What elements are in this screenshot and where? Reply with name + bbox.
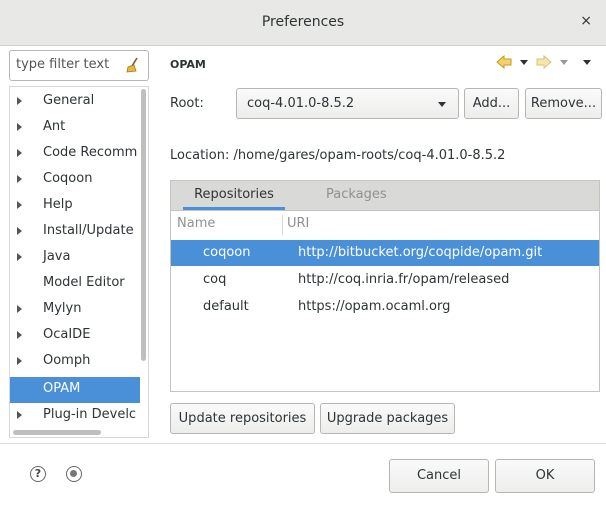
- repositories-table[interactable]: Name URI coqoon http://bitbucket.org/coq…: [170, 210, 600, 392]
- filter-field[interactable]: [9, 50, 149, 81]
- record-macro-icon[interactable]: [66, 466, 82, 482]
- tree-item-help[interactable]: Help: [10, 193, 140, 219]
- tree-item-install-update[interactable]: Install/Update: [10, 219, 140, 245]
- help-icon[interactable]: ?: [30, 466, 46, 482]
- expand-arrow-icon[interactable]: [17, 227, 22, 235]
- expand-arrow-icon[interactable]: [17, 305, 22, 313]
- expand-arrow-icon[interactable]: [17, 201, 22, 209]
- table-header: Name URI: [171, 211, 599, 239]
- upgrade-packages-button[interactable]: Upgrade packages: [320, 403, 455, 434]
- tree-item-label: OPAM: [43, 381, 81, 396]
- repo-uri: http://bitbucket.org/coqpide/opam.git: [298, 245, 543, 260]
- tree-item-model-editor[interactable]: Model Editor: [10, 271, 140, 297]
- back-arrow-icon[interactable]: [496, 54, 512, 70]
- forward-menu-chevron-icon[interactable]: [560, 60, 568, 65]
- column-divider[interactable]: [282, 215, 283, 235]
- tree-item-general[interactable]: General: [10, 89, 140, 115]
- location-text: Location: /home/gares/opam-roots/coq-4.0…: [170, 148, 506, 163]
- tree-item-java[interactable]: Java: [10, 245, 140, 271]
- tree-item-label: Install/Update: [43, 223, 134, 238]
- tree-item-label: Java: [43, 249, 71, 264]
- repo-uri: http://coq.inria.fr/opam/released: [298, 272, 510, 287]
- tree-item-label: Model Editor: [43, 275, 125, 290]
- root-select-value: coq-4.01.0-8.5.2: [247, 96, 355, 111]
- tree-item-coqoon[interactable]: Coqoon: [10, 167, 140, 193]
- tree-item-label: Help: [43, 197, 73, 212]
- tree-item-code-recommenders[interactable]: Code Recomm: [10, 141, 140, 167]
- tree-item-label: Ant: [43, 119, 66, 134]
- back-menu-chevron-icon[interactable]: [520, 60, 528, 65]
- expand-arrow-icon[interactable]: [17, 123, 22, 131]
- update-repositories-button[interactable]: Update repositories: [170, 403, 315, 434]
- tree-item-ocaide[interactable]: OcaIDE: [10, 323, 140, 349]
- tab-bar: Repositories Packages: [170, 180, 600, 210]
- repo-uri: https://opam.ocaml.org: [298, 299, 451, 314]
- preferences-tree[interactable]: General Ant Code Recomm Coqoon Help Inst…: [9, 86, 149, 438]
- filter-input[interactable]: [16, 57, 126, 72]
- tree-item-opam[interactable]: OPAM: [10, 377, 140, 403]
- table-row[interactable]: coqoon http://bitbucket.org/coqpide/opam…: [171, 240, 599, 266]
- tree-horizontal-scrollbar[interactable]: [13, 430, 101, 435]
- expand-arrow-icon[interactable]: [17, 97, 22, 105]
- tab-packages[interactable]: Packages: [326, 187, 387, 202]
- column-header-name[interactable]: Name: [177, 216, 215, 231]
- close-icon[interactable]: ×: [580, 13, 592, 29]
- tab-repositories[interactable]: Repositories: [183, 187, 285, 202]
- window-title: Preferences: [261, 14, 345, 30]
- tree-item-label: OcaIDE: [43, 327, 91, 342]
- tree-item-label: Coqoon: [43, 171, 93, 186]
- table-row[interactable]: coq http://coq.inria.fr/opam/released: [171, 267, 599, 293]
- repo-name: default: [203, 299, 249, 314]
- broom-icon[interactable]: [126, 57, 140, 73]
- column-header-uri[interactable]: URI: [287, 216, 309, 231]
- expand-arrow-icon[interactable]: [17, 253, 22, 261]
- expand-arrow-icon[interactable]: [17, 149, 22, 157]
- root-select[interactable]: coq-4.01.0-8.5.2: [236, 88, 459, 119]
- tree-item-plugin-development[interactable]: Plug-in Develc: [10, 403, 140, 429]
- chevron-down-icon: [438, 102, 446, 107]
- remove-root-button[interactable]: Remove...: [525, 88, 602, 119]
- forward-arrow-icon[interactable]: [536, 54, 552, 70]
- navigation-arrows: [496, 54, 591, 70]
- expand-arrow-icon[interactable]: [17, 175, 22, 183]
- tree-item-mylyn[interactable]: Mylyn: [10, 297, 140, 323]
- footer-divider: [0, 443, 606, 444]
- table-row[interactable]: default https://opam.ocaml.org: [171, 294, 599, 320]
- tree-item-label: Plug-in Develc: [43, 407, 137, 422]
- tree-item-label: General: [43, 93, 95, 108]
- repo-name: coqoon: [203, 245, 251, 260]
- root-label: Root:: [170, 96, 204, 111]
- expand-arrow-icon[interactable]: [17, 331, 22, 339]
- tree-item-ant[interactable]: Ant: [10, 115, 140, 141]
- tree-item-label: Oomph: [43, 353, 91, 368]
- tree-item-oomph[interactable]: Oomph: [10, 349, 140, 375]
- tree-item-label: Code Recomm: [43, 145, 138, 160]
- ok-button[interactable]: OK: [495, 459, 595, 493]
- cancel-button[interactable]: Cancel: [389, 459, 489, 493]
- repo-name: coq: [203, 272, 227, 287]
- expand-arrow-icon[interactable]: [17, 357, 22, 365]
- add-root-button[interactable]: Add...: [464, 88, 519, 119]
- page-title: OPAM: [170, 58, 206, 71]
- title-bar: Preferences ×: [0, 0, 606, 46]
- expand-arrow-icon[interactable]: [17, 411, 22, 419]
- view-menu-chevron-icon[interactable]: [583, 60, 591, 65]
- tree-item-label: Mylyn: [43, 301, 82, 316]
- tree-vertical-scrollbar[interactable]: [141, 89, 146, 361]
